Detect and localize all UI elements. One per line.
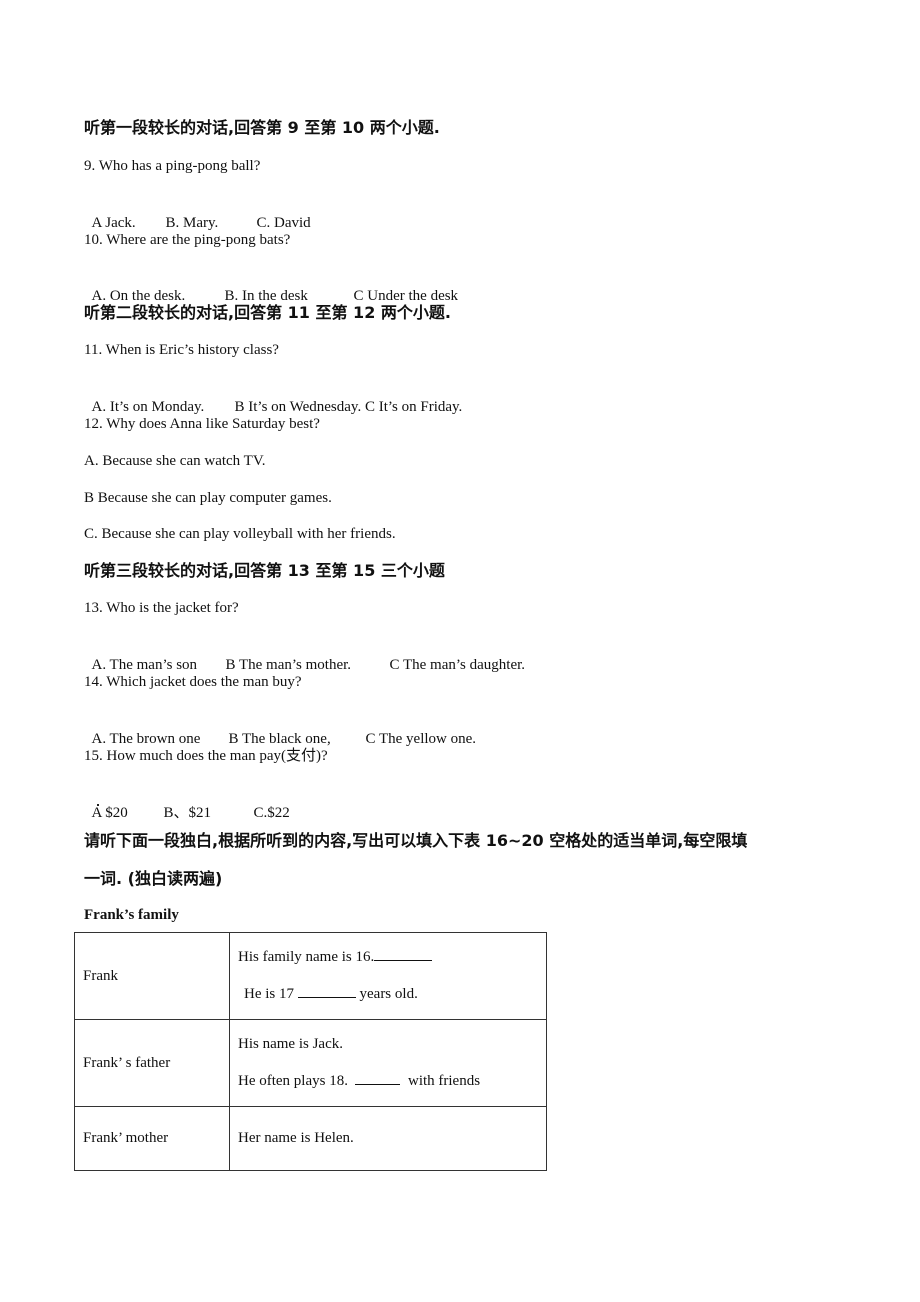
question-11-options: A. It’s on Monday. B It’s on Wednesday. C… [84,377,463,417]
option-c: C The man’s daughter. [389,657,526,673]
option-c: C The yellow one. [365,731,477,747]
question-9: 9. Who has a ping-pong ball? [84,158,261,174]
row-label: Frank [74,932,230,1020]
question-13-options: A. The man’s son B The man’s mother. C The… [84,635,526,675]
text: He often plays 18. [238,1073,348,1089]
section-2-heading: 听第二段较长的对话,回答第 11 至第 12 两个小题. [84,303,451,322]
cell-line: His name is Jack. [238,1036,343,1052]
option-b: B、$21 [163,805,212,821]
option-c: C.$22 [253,805,290,821]
question-12-option-b: B Because she can play computer games. [84,490,332,506]
section-3-heading: 听第三段较长的对话,回答第 13 至第 15 三个小题 [84,561,445,580]
row-content: His family name is 16. He is 17 years ol… [229,932,547,1020]
question-12-option-c: C. Because she can play volleyball with … [84,526,396,542]
cell-line: He is 17 years old. [238,976,538,1013]
question-10: 10. Where are the ping-pong bats? [84,232,291,248]
question-11: 11. When is Eric’s history class? [84,342,279,358]
question-14-options: A. The brown one B The black one, C The ye… [84,709,477,749]
cell-line: He often plays 18. with friends [238,1063,538,1100]
question-15: 15. How much does the man pay(支付)? [84,748,328,764]
row-label: Frank’ mother [74,1106,230,1171]
blank-18[interactable] [355,1071,401,1085]
question-9-options: A Jack. B. Mary. C. David [84,193,311,233]
monologue-instruction: 请听下面一段独白,根据所听到的内容,写出可以填入下表 16~20 空格处的适当单… [84,831,748,850]
question-10-options: A. On the desk. B. In the desk C Under the… [84,266,459,306]
table-row: Frank His family name is 16. He is 17 ye… [74,932,547,1020]
question-15-options: A $20 B、$21 C.$22 [84,783,290,823]
monologue-instruction-cont: 一词. (独白读两遍) [84,869,223,888]
question-12-option-a: A. Because she can watch TV. [84,453,266,469]
text: years old. [359,986,418,1002]
row-content: Her name is Helen. [229,1106,547,1171]
table-title: Frank’s family [84,907,179,923]
option-a: A $20 [91,805,128,821]
family-table: Frank His family name is 16. He is 17 ye… [74,932,547,1171]
table-row: Frank’ mother Her name is Helen. [74,1106,547,1171]
blank-16[interactable] [374,947,433,961]
section-1-heading: 听第一段较长的对话,回答第 9 至第 10 两个小题. [84,118,440,137]
text: with friends [407,1073,481,1089]
blank-17[interactable] [297,984,356,998]
row-content: His name is Jack. He often plays 18. wit… [229,1019,547,1107]
question-14: 14. Which jacket does the man buy? [84,674,302,690]
question-12: 12. Why does Anna like Saturday best? [84,416,320,432]
table-row: Frank’ s father His name is Jack. He oft… [74,1019,547,1107]
cell-line: His family name is 16. [238,939,538,976]
cell-line: Her name is Helen. [238,1130,354,1146]
text: His family name is 16. [238,949,375,965]
text: He is 17 [244,986,294,1002]
stray-mark [97,804,99,806]
row-label: Frank’ s father [74,1019,230,1107]
question-13: 13. Who is the jacket for? [84,600,239,616]
